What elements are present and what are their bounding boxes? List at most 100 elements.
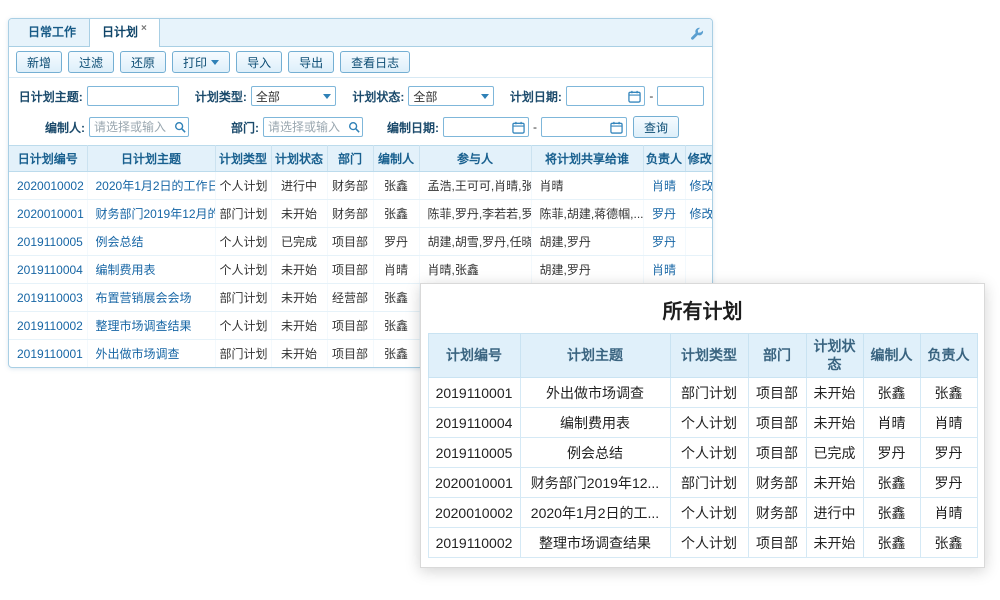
view-log-button[interactable]: 查看日志 (340, 51, 410, 73)
subject-label: 日计划主题: (17, 88, 83, 105)
main-column-header[interactable]: 将计划共享给谁 (531, 146, 643, 172)
tools-button[interactable] (688, 25, 706, 43)
cell-id[interactable]: 2020010001 (9, 200, 87, 228)
import-button[interactable]: 导入 (236, 51, 282, 73)
cell-plan-type: 部门计划 (670, 378, 748, 408)
cell-edit[interactable]: 修改 (685, 200, 713, 228)
tab-daily-work[interactable]: 日常工作 (15, 18, 89, 46)
plan-column-header: 计划编号 (428, 334, 520, 378)
cell-plan-creator: 张鑫 (863, 378, 920, 408)
cell-id[interactable]: 2019110003 (9, 284, 87, 312)
print-button[interactable]: 打印 (172, 51, 230, 73)
cell-type: 部门计划 (215, 284, 271, 312)
cell-plan-subject: 外出做市场调查 (520, 378, 670, 408)
cell-plan-subject: 2020年1月2日的工... (520, 498, 670, 528)
cell-plan-id: 2020010001 (428, 468, 520, 498)
cell-share: 陈菲,胡建,蒋德帼,... (531, 200, 643, 228)
plan-date-to-input[interactable] (657, 86, 704, 106)
daily-plan-row[interactable]: 2019110004编制费用表个人计划未开始项目部肖晴肖晴,张鑫胡建,罗丹肖晴 (9, 256, 713, 284)
daily-plan-row[interactable]: 2019110005例会总结个人计划已完成项目部罗丹胡建,胡雪,罗丹,任晓...… (9, 228, 713, 256)
main-column-header[interactable]: 日计划编号 (9, 146, 87, 172)
cell-plan-status: 未开始 (806, 468, 863, 498)
all-plans-window: 所有计划 计划编号计划主题计划类型部门计划状态编制人负责人 2019110001… (420, 283, 985, 568)
main-column-header[interactable]: 负责人 (643, 146, 685, 172)
cell-creator: 肖晴 (373, 256, 419, 284)
cell-owner[interactable]: 罗丹 (643, 200, 685, 228)
cell-type: 个人计划 (215, 256, 271, 284)
cell-status: 未开始 (271, 340, 327, 368)
cell-owner[interactable]: 肖晴 (643, 172, 685, 200)
main-column-header[interactable]: 编制人 (373, 146, 419, 172)
magnifier-icon[interactable] (348, 121, 360, 133)
filter-row-1: 日计划主题: 计划类型: 全部 计划状态: 全部 计划日期: (17, 83, 704, 109)
cell-plan-id: 2020010002 (428, 498, 520, 528)
plan-type-select[interactable]: 全部 (251, 86, 336, 106)
cell-participants: 陈菲,罗丹,李若若,罗... (419, 200, 531, 228)
cell-subject[interactable]: 2020年1月2日的工作日... (87, 172, 215, 200)
cell-owner[interactable]: 罗丹 (643, 228, 685, 256)
main-column-header[interactable]: 参与人 (419, 146, 531, 172)
cell-type: 部门计划 (215, 340, 271, 368)
cell-plan-type: 个人计划 (670, 528, 748, 558)
tab-close-icon[interactable]: × (141, 23, 147, 34)
caret-down-icon (211, 60, 219, 65)
cell-subject[interactable]: 财务部门2019年12月的... (87, 200, 215, 228)
plan-date-from-input[interactable] (566, 86, 646, 106)
cell-creator: 张鑫 (373, 172, 419, 200)
plan-type-label: 计划类型: (193, 88, 247, 105)
cell-subject[interactable]: 布置营销展会会场 (87, 284, 215, 312)
main-column-header[interactable]: 日计划主题 (87, 146, 215, 172)
magnifier-icon[interactable] (174, 121, 186, 133)
main-column-header[interactable]: 计划状态 (271, 146, 327, 172)
create-date-from-input[interactable] (443, 117, 529, 137)
cell-edit[interactable]: 修改 (685, 172, 713, 200)
cell-status: 进行中 (271, 172, 327, 200)
cell-plan-creator: 肖晴 (863, 408, 920, 438)
cell-plan-status: 进行中 (806, 498, 863, 528)
cell-id[interactable]: 2019110004 (9, 256, 87, 284)
cell-plan-dept: 财务部 (748, 468, 806, 498)
daily-plan-row[interactable]: 2020010001财务部门2019年12月的...部门计划未开始财务部张鑫陈菲… (9, 200, 713, 228)
cell-plan-type: 部门计划 (670, 468, 748, 498)
cell-status: 未开始 (271, 200, 327, 228)
add-button[interactable]: 新增 (16, 51, 62, 73)
query-button[interactable]: 查询 (633, 116, 679, 138)
plan-column-header: 负责人 (920, 334, 977, 378)
tab-daily-plan[interactable]: 日计划× (89, 18, 160, 47)
subject-input[interactable] (87, 86, 179, 106)
cell-plan-dept: 财务部 (748, 498, 806, 528)
cell-plan-id: 2019110005 (428, 438, 520, 468)
cell-plan-type: 个人计划 (670, 408, 748, 438)
caret-down-icon (481, 94, 489, 99)
main-column-header[interactable]: 部门 (327, 146, 373, 172)
cell-plan-status: 已完成 (806, 438, 863, 468)
daily-plan-row[interactable]: 20200100022020年1月2日的工作日...个人计划进行中财务部张鑫孟浩… (9, 172, 713, 200)
cell-id[interactable]: 2020010002 (9, 172, 87, 200)
cell-creator: 张鑫 (373, 200, 419, 228)
cell-subject[interactable]: 外出做市场调查 (87, 340, 215, 368)
cell-subject[interactable]: 编制费用表 (87, 256, 215, 284)
cell-edit (685, 228, 713, 256)
cell-subject[interactable]: 例会总结 (87, 228, 215, 256)
cell-subject[interactable]: 整理市场调查结果 (87, 312, 215, 340)
main-column-header[interactable]: 修改 (685, 146, 713, 172)
cell-plan-status: 未开始 (806, 528, 863, 558)
cell-id[interactable]: 2019110002 (9, 312, 87, 340)
export-button[interactable]: 导出 (288, 51, 334, 73)
cell-dept: 项目部 (327, 256, 373, 284)
plan-status-select[interactable]: 全部 (408, 86, 493, 106)
cell-plan-subject: 例会总结 (520, 438, 670, 468)
cell-id[interactable]: 2019110001 (9, 340, 87, 368)
cell-plan-creator: 罗丹 (863, 438, 920, 468)
cell-plan-id: 2019110004 (428, 408, 520, 438)
filter-area: 日计划主题: 计划类型: 全部 计划状态: 全部 计划日期: (9, 78, 712, 140)
cell-owner[interactable]: 肖晴 (643, 256, 685, 284)
filter-button[interactable]: 过滤 (68, 51, 114, 73)
main-column-header[interactable]: 计划类型 (215, 146, 271, 172)
cell-plan-status: 未开始 (806, 378, 863, 408)
date-range-separator: - (649, 89, 653, 103)
cell-id[interactable]: 2019110005 (9, 228, 87, 256)
date-range-separator: - (533, 120, 537, 134)
restore-button[interactable]: 还原 (120, 51, 166, 73)
create-date-to-input[interactable] (541, 117, 627, 137)
